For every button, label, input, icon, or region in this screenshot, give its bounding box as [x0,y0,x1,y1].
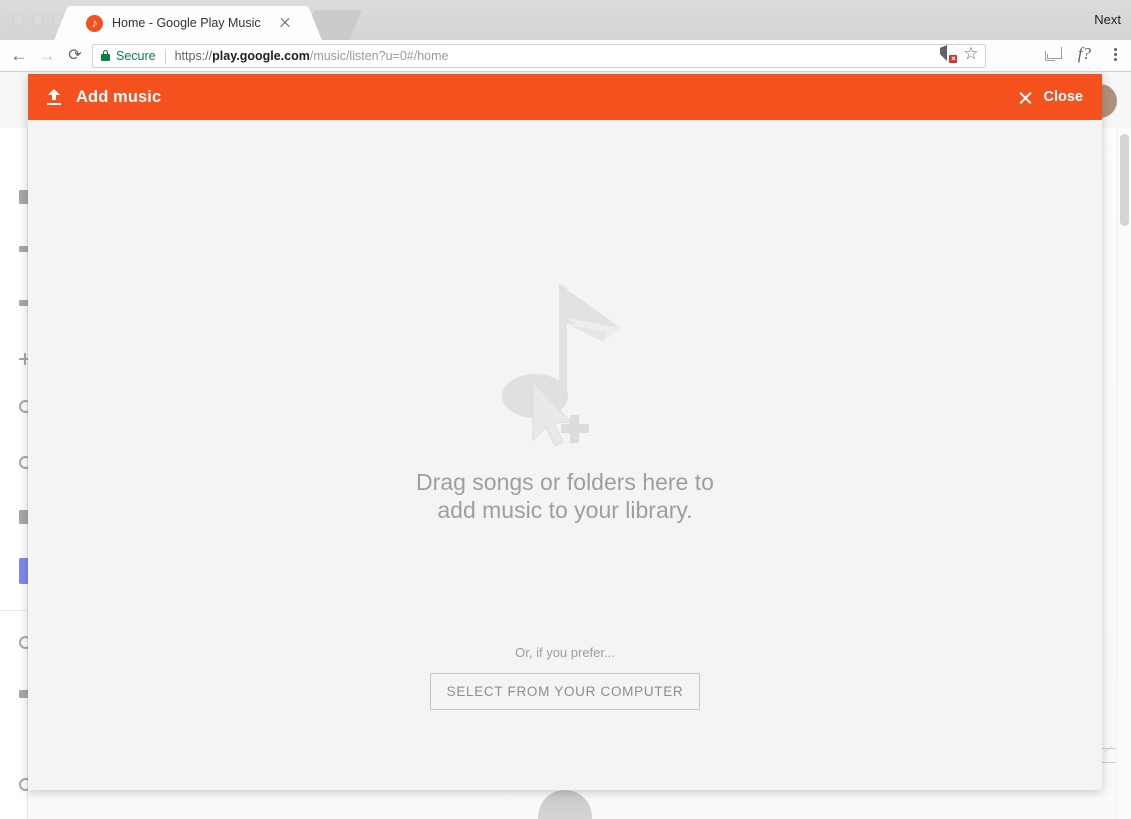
extension-icon[interactable]: f? [1078,45,1091,63]
window-controls[interactable] [12,14,64,26]
music-note-icon [86,14,103,32]
upload-icon [46,89,62,105]
url-path: /music/listen?u=0#/home [309,49,449,63]
tab-close-icon[interactable] [276,14,294,32]
page-sidebar[interactable] [0,128,32,819]
omnibox-actions: ☆ [940,45,979,63]
sidebar-divider [0,610,28,611]
star-icon[interactable]: ☆ [963,45,979,62]
screenshot-root: Add music Close Drag songs or folders he… [0,0,1131,819]
toolbar-icons: f? [1044,45,1123,63]
shield-blocked-icon[interactable] [940,45,957,63]
browser-toolbar: ← → ⟳ Secure https://play.google.com/mus… [0,40,1131,72]
cast-icon[interactable] [1044,47,1062,61]
alternative-hint-text: Or, if you prefer... [515,645,615,660]
select-button-row: SELECT FROM YOUR COMPUTER [28,673,1102,710]
url-host: play.google.com [212,49,310,63]
address-bar[interactable]: Secure https://play.google.com/music/lis… [92,44,986,68]
close-button[interactable]: Close [1018,89,1084,105]
window-close-button[interactable] [12,14,24,26]
window-minimize-button[interactable] [32,14,44,26]
dropzone-instruction: Drag songs or folders here to add music … [28,468,1102,524]
browser-tab[interactable]: Home - Google Play Music [72,6,304,40]
url-scheme: https:// [174,49,213,63]
dropzone-artwork-wrap [28,272,1102,452]
forward-button[interactable]: → [36,45,58,67]
browser-tab-strip: Home - Google Play Music Next [0,0,1131,40]
reload-button[interactable]: ⟳ [64,45,86,67]
close-icon[interactable] [1018,90,1033,105]
address-bar-url: https://play.google.com/music/listen?u=0… [175,49,449,63]
back-button[interactable]: ← [8,45,30,67]
page-scrollbar-track[interactable] [1116,128,1131,819]
close-button-label: Close [1043,89,1084,105]
add-music-title: Add music [76,87,162,106]
add-music-dropzone[interactable]: Drag songs or folders here to add music … [28,120,1102,790]
security-label: Secure [116,49,156,63]
dropzone-instruction-line2: add music to your library. [437,497,693,523]
lock-icon [101,49,110,61]
omnibox-divider [164,48,166,64]
music-note-with-cursor-plus-icon [475,272,655,452]
next-label: Next [1094,12,1121,27]
select-from-computer-button[interactable]: SELECT FROM YOUR COMPUTER [429,673,701,710]
browser-tab-title: Home - Google Play Music [112,16,261,30]
add-music-overlay: Add music Close Drag songs or folders he… [28,74,1102,790]
kebab-menu-icon[interactable] [1107,45,1123,63]
dropzone-instruction-line1: Drag songs or folders here to [416,469,714,495]
add-music-header: Add music Close [28,74,1102,120]
page-scrollbar-thumb[interactable] [1120,134,1129,226]
